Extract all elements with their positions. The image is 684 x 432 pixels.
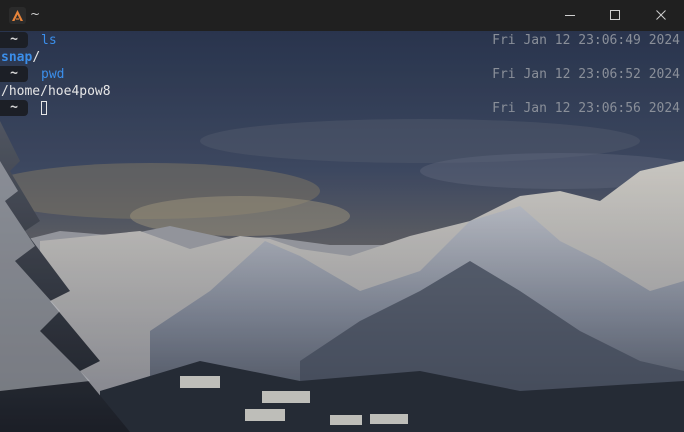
window-title: ~ [30, 7, 41, 21]
prompt-line: ~ Fri Jan 12 23:06:56 2024 [0, 100, 684, 117]
terminal-window: ~ ~ ls Fri Jan 12 23:06:49 2024 snap/ ~ … [0, 0, 684, 432]
prompt-badge: ~ [0, 32, 28, 48]
command-output: /home/hoe4pow8 [1, 84, 111, 99]
text-cursor [41, 101, 47, 115]
directory-name: snap [1, 50, 33, 65]
prompt-badge: ~ [0, 66, 28, 82]
terminal-output-area[interactable]: ~ ls Fri Jan 12 23:06:49 2024 snap/ ~ pw… [0, 31, 684, 432]
prompt-timestamp: Fri Jan 12 23:06:52 2024 [492, 67, 680, 82]
close-button[interactable] [638, 0, 684, 31]
command-text: pwd [41, 67, 65, 82]
prompt-line: ~ ls Fri Jan 12 23:06:49 2024 [0, 32, 684, 49]
prompt-timestamp: Fri Jan 12 23:06:56 2024 [492, 101, 680, 116]
prompt-badge: ~ [0, 100, 28, 116]
maximize-button[interactable] [592, 0, 638, 31]
directory-suffix: / [32, 50, 41, 65]
prompt-timestamp: Fri Jan 12 23:06:49 2024 [492, 33, 680, 48]
title-bar[interactable]: ~ [0, 0, 684, 31]
close-icon [656, 10, 666, 20]
terminal-app-icon [9, 7, 26, 24]
maximize-icon [610, 10, 620, 20]
command-output: snap/ [1, 49, 40, 66]
command-text: ls [41, 33, 57, 48]
output-line: snap/ [0, 49, 684, 66]
prompt-line: ~ pwd Fri Jan 12 23:06:52 2024 [0, 66, 684, 83]
output-line: /home/hoe4pow8 [0, 83, 684, 100]
minimize-icon [565, 15, 575, 16]
minimize-button[interactable] [547, 0, 593, 31]
